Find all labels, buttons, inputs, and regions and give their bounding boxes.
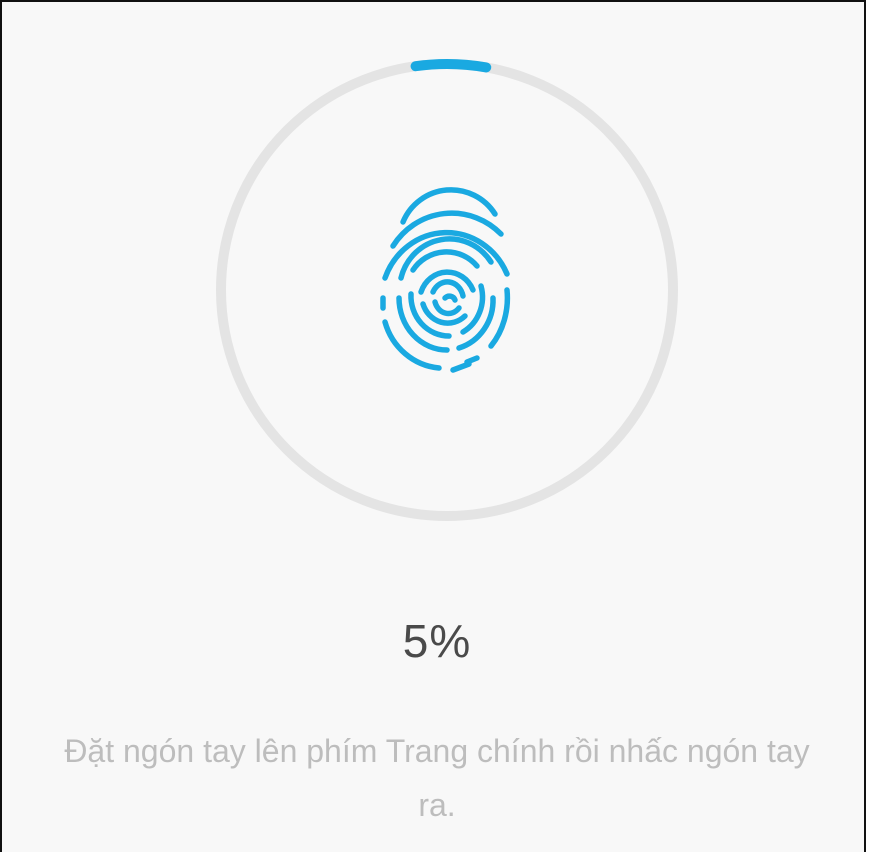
fingerprint-enrollment-screen: 5% Đặt ngón tay lên phím Trang chính rồi… (0, 0, 866, 852)
progress-ring (207, 50, 687, 530)
instruction-text: Đặt ngón tay lên phím Trang chính rồi nh… (64, 733, 810, 823)
fingerprint-icon (380, 187, 511, 373)
progress-ring-fill (410, 59, 492, 73)
progress-percentage: 5% (402, 615, 472, 667)
progress-ring-svg (216, 59, 678, 521)
progress-ring-track (216, 59, 678, 521)
